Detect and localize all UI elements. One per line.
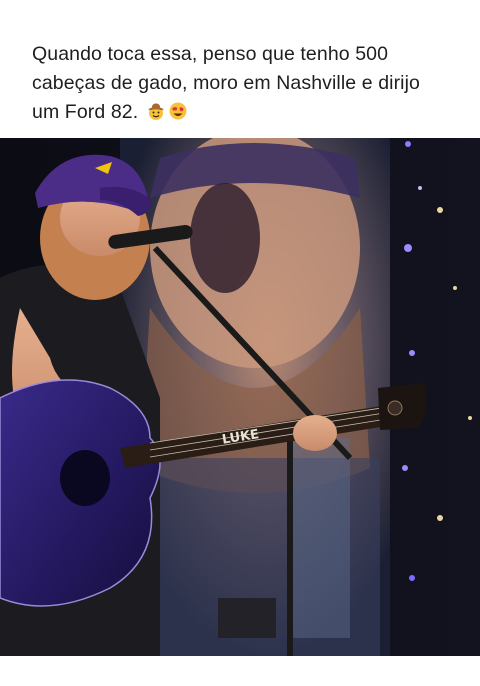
post-caption: Quando toca essa, penso que tenho 500 ca…: [32, 40, 462, 130]
post-image[interactable]: LUKE: [0, 138, 480, 656]
screen-microphone: [190, 183, 260, 293]
post-footer-space: [0, 656, 480, 686]
cowboy-hat-face-icon: [146, 101, 166, 130]
caption-line-2: cabeças de gado, moro em Nashville e dir…: [32, 72, 420, 94]
heart-eyes-face-icon: [168, 101, 188, 130]
caption-line-1: Quando toca essa, penso que tenho 500: [32, 43, 389, 65]
performer-hand: [293, 415, 337, 451]
post-card: Quando toca essa, penso que tenho 500 ca…: [0, 0, 480, 686]
caption-line-3: um Ford 82.: [32, 101, 139, 123]
